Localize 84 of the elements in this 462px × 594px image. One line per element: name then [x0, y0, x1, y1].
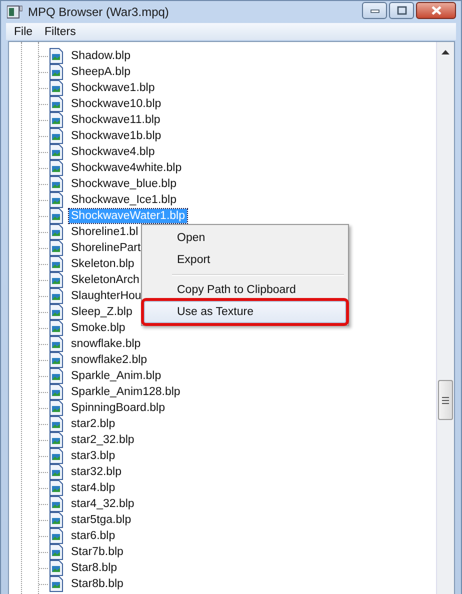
image-file-icon [49, 416, 63, 432]
image-file-icon [49, 368, 63, 384]
image-file-icon [49, 528, 63, 544]
image-file-icon [49, 192, 63, 208]
image-file-icon [49, 336, 63, 352]
file-name[interactable]: ShorelinePart [69, 241, 143, 255]
image-file-icon [49, 512, 63, 528]
menu-item[interactable]: File [8, 26, 39, 38]
file-name[interactable]: SpinningBoard.blp [69, 401, 167, 415]
file-name[interactable]: star6.blp [69, 529, 118, 543]
context-menu-item[interactable]: Copy Path to Clipboard [144, 279, 346, 301]
file-name[interactable]: Shockwave1.blp [69, 81, 157, 95]
file-name[interactable]: Smoke.blp [69, 321, 128, 335]
vertical-scrollbar[interactable] [436, 42, 454, 594]
file-name[interactable]: SlaughterHou [69, 289, 144, 303]
file-name[interactable]: SkeletonArch [69, 273, 142, 287]
image-file-icon [49, 544, 63, 560]
image-file-icon [49, 320, 63, 336]
file-name[interactable]: star3.blp [69, 449, 118, 463]
file-name[interactable]: snowflake.blp [69, 337, 143, 351]
file-name[interactable]: star4_32.blp [69, 497, 136, 511]
maximize-button[interactable] [389, 2, 414, 19]
image-file-icon [49, 576, 63, 592]
image-file-icon [49, 256, 63, 272]
image-file-icon [49, 48, 63, 64]
image-file-icon [49, 144, 63, 160]
file-name[interactable]: Shockwave1b.blp [69, 129, 164, 143]
image-file-icon [49, 384, 63, 400]
image-file-icon [49, 464, 63, 480]
file-name[interactable]: Shockwave_Ice1.blp [69, 193, 178, 207]
menu-item[interactable]: Filters [38, 26, 82, 38]
file-name[interactable]: Star8b.blp [69, 577, 126, 591]
context-menu-item[interactable]: Open [144, 227, 346, 249]
image-file-icon [49, 160, 63, 176]
file-name[interactable]: Sparkle_Anim128.blp [69, 385, 182, 399]
image-file-icon [49, 496, 63, 512]
file-name[interactable]: Shockwave11.blp [69, 113, 162, 127]
file-name[interactable]: Star7b.blp [69, 545, 126, 559]
file-name[interactable]: star32.blp [69, 465, 124, 479]
context-menu-item[interactable]: Export [144, 249, 346, 271]
image-file-icon [49, 112, 63, 128]
file-name[interactable]: star4.blp [69, 481, 118, 495]
file-name[interactable]: SheepA.blp [69, 65, 132, 79]
file-name[interactable]: star2.blp [69, 417, 118, 431]
file-name[interactable]: Shoreline1.bl [69, 225, 140, 239]
image-file-icon [49, 288, 63, 304]
image-file-icon [49, 240, 63, 256]
file-name[interactable]: Shockwave4.blp [69, 145, 157, 159]
maximize-icon [396, 6, 406, 15]
image-file-icon [49, 304, 63, 320]
image-file-icon [49, 64, 63, 80]
image-file-icon [49, 224, 63, 240]
image-file-icon [49, 352, 63, 368]
file-name[interactable]: star5tga.blp [69, 513, 134, 527]
close-button[interactable] [416, 2, 456, 19]
file-name[interactable]: Shockwave4white.blp [69, 161, 184, 175]
file-name[interactable]: Shockwave_blue.blp [69, 177, 178, 191]
image-file-icon [49, 176, 63, 192]
window-title: MPQ Browser (War3.mpq) [28, 5, 170, 19]
image-file-icon [49, 96, 63, 112]
image-file-icon [49, 128, 63, 144]
file-name[interactable]: Shockwave10.blp [69, 97, 164, 111]
file-name[interactable]: snowflake2.blp [69, 353, 150, 367]
image-file-icon [49, 400, 63, 416]
context-menu-item[interactable]: Use as Texture [144, 301, 346, 323]
image-file-icon [49, 448, 63, 464]
app-icon [7, 5, 23, 19]
file-name[interactable]: star2_32.blp [69, 433, 136, 447]
minimize-icon [370, 8, 380, 14]
image-file-icon [49, 480, 63, 496]
minimize-button[interactable] [362, 2, 387, 19]
file-name[interactable]: Shadow.blp [69, 49, 132, 63]
file-name[interactable]: Sleep_Z.blp [69, 305, 134, 319]
image-file-icon [49, 208, 63, 224]
file-name[interactable]: Skeleton.blp [69, 257, 136, 271]
image-file-icon [49, 272, 63, 288]
image-file-icon [49, 560, 63, 576]
image-file-icon [49, 80, 63, 96]
file-name[interactable]: Sparkle_Anim.blp [69, 369, 164, 383]
close-icon [430, 6, 442, 15]
image-file-icon [49, 432, 63, 448]
scroll-up-icon[interactable] [441, 49, 450, 55]
file-name[interactable]: Star8.blp [69, 561, 120, 575]
scrollbar-thumb[interactable] [438, 380, 453, 420]
